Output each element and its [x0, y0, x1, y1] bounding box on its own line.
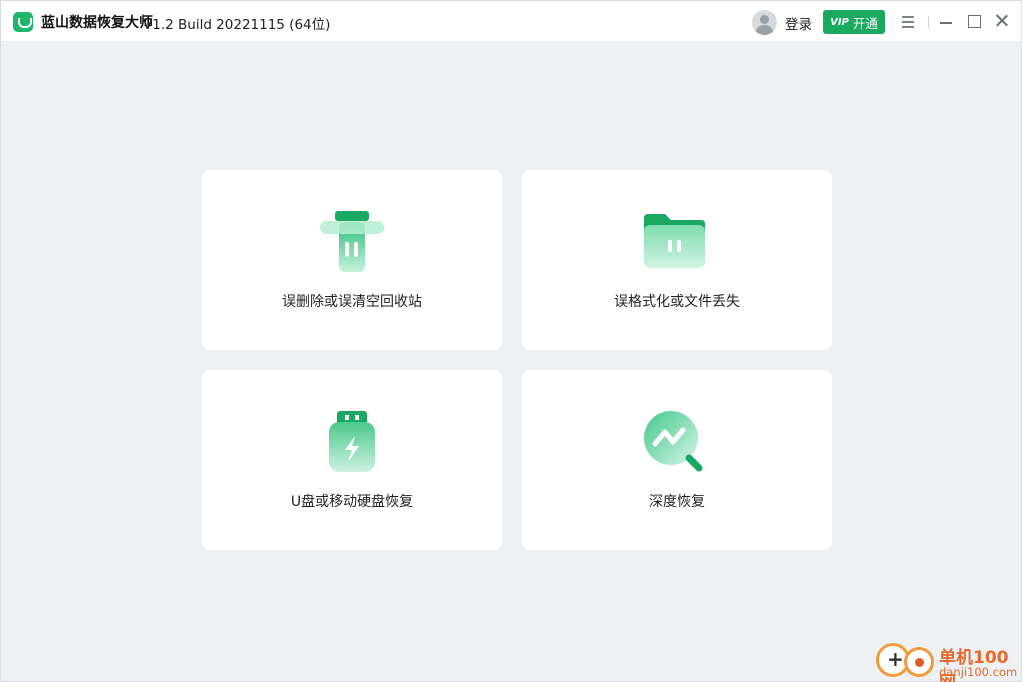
app-version: V1.2 Build 20221115 (64位): [143, 17, 331, 33]
titlebar-divider: [928, 16, 929, 28]
menu-icon[interactable]: [899, 11, 919, 31]
app-window: 蓝山数据恢复大师 V1.2 Build 20221115 (64位) 登录 VI…: [0, 0, 1022, 682]
site-watermark: 单机100网 danji100.com: [874, 641, 1022, 682]
card-label: 误格式化或文件丢失: [614, 294, 740, 310]
card-usb-recovery[interactable]: U盘或移动硬盘恢复: [202, 370, 502, 550]
card-label: 深度恢复: [649, 494, 705, 510]
vip-badge: VIP: [830, 16, 849, 28]
deep-scan-icon: [644, 411, 703, 472]
title-bar: 蓝山数据恢复大师 V1.2 Build 20221115 (64位) 登录 VI…: [1, 1, 1021, 41]
watermark-eye-icon: [904, 647, 934, 677]
minimize-icon[interactable]: [938, 11, 958, 31]
maximize-icon[interactable]: [966, 11, 986, 31]
vip-label: 开通: [852, 15, 878, 31]
card-recycle-bin-recovery[interactable]: 误删除或误清空回收站: [202, 170, 502, 350]
recycle-bin-icon: [320, 211, 384, 272]
app-name: 蓝山数据恢复大师: [41, 15, 153, 31]
usb-drive-icon: [329, 411, 375, 472]
close-icon[interactable]: [993, 11, 1013, 31]
card-deep-recovery[interactable]: 深度恢复: [522, 370, 832, 550]
login-button[interactable]: 登录: [785, 13, 812, 33]
card-label: U盘或移动硬盘恢复: [290, 494, 414, 510]
logo-icon: [13, 12, 33, 32]
vip-open-button[interactable]: VIP 开通: [823, 10, 885, 34]
avatar-icon[interactable]: [752, 10, 777, 35]
card-label: 误删除或误清空回收站: [282, 294, 422, 310]
folder-icon: [644, 214, 705, 268]
watermark-site-url: danji100.com: [939, 665, 1018, 679]
card-format-recovery[interactable]: 误格式化或文件丢失: [522, 170, 832, 350]
